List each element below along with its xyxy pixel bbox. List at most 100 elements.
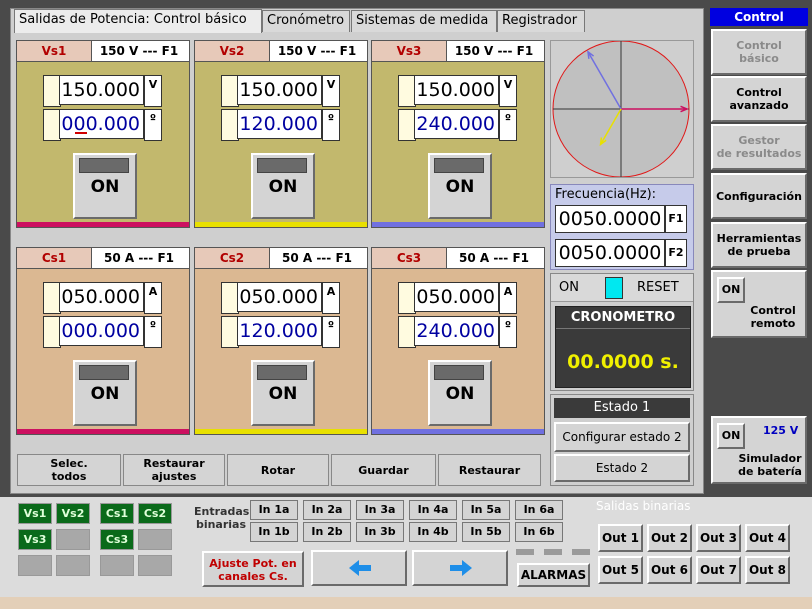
- cs2-channel-panel: Cs2 50 A --- F1 050.000 A 120.000 º ON: [194, 247, 368, 435]
- lamp-cs1: Cs1: [100, 503, 134, 524]
- tab-sistemas-de-medida[interactable]: Sistemas de medida: [351, 10, 497, 32]
- save-button[interactable]: Guardar: [331, 454, 436, 486]
- vs1-channel-panel: Vs1 150 V --- F1 150.000 V 000.000 º ON: [16, 40, 190, 228]
- angle-unit: º: [144, 109, 162, 141]
- phase-color-bar: [17, 222, 189, 227]
- channel-on-indicator: [257, 365, 307, 380]
- magnitude-input[interactable]: 050.000: [59, 282, 144, 312]
- magnitude-input[interactable]: 150.000: [59, 75, 144, 105]
- channel-on-button[interactable]: ON: [251, 360, 315, 426]
- angle-input[interactable]: 000.000: [59, 316, 144, 346]
- magnitude-row: 050.000 A: [43, 282, 165, 314]
- remote-on-button[interactable]: ON: [717, 277, 745, 303]
- chrono-controls: ON RESET: [551, 274, 693, 302]
- chrono-on-label: ON: [559, 280, 579, 295]
- sidebar-item-herramientas[interactable]: Herramientas de prueba: [711, 222, 807, 268]
- binary-output-out6[interactable]: Out 6: [647, 556, 692, 584]
- angle-input[interactable]: 120.000: [237, 316, 322, 346]
- channel-on-label: ON: [445, 177, 475, 197]
- lamp-vs3: Vs3: [18, 529, 52, 550]
- phase-color-bar: [372, 222, 544, 227]
- channel-on-label: ON: [268, 177, 298, 197]
- magnitude-input[interactable]: 050.000: [237, 282, 322, 312]
- cs3-channel-panel: Cs3 50 A --- F1 050.000 A 240.000 º ON: [371, 247, 545, 435]
- select-all-button[interactable]: Selec. todos: [17, 454, 121, 486]
- frequency-f2-value[interactable]: 0050.0000: [555, 239, 665, 267]
- binary-output-out2[interactable]: Out 2: [647, 524, 692, 552]
- restore-settings-button[interactable]: Restaurar ajustes: [123, 454, 225, 486]
- sidebar-item-control-basico[interactable]: Control básico: [711, 29, 807, 75]
- magnitude-input[interactable]: 150.000: [237, 75, 322, 105]
- channel-header: Vs3 150 V --- F1: [372, 41, 544, 62]
- channel-on-button[interactable]: ON: [428, 360, 492, 426]
- chrono-reset-button[interactable]: RESET: [637, 280, 679, 295]
- sidebar-item-control-avanzado[interactable]: Control avanzado: [711, 76, 807, 122]
- channel-name: Cs1: [17, 248, 92, 268]
- tab-control-basico[interactable]: Salidas de Potencia: Control básico: [14, 9, 262, 33]
- arrow-left-button[interactable]: [311, 550, 407, 586]
- angle-input[interactable]: 240.000: [414, 316, 499, 346]
- alarms-button[interactable]: ALARMAS: [517, 563, 590, 587]
- phase-color-bar: [372, 429, 544, 434]
- binary-input-in3b: In 3b: [356, 522, 404, 542]
- channel-on-indicator: [79, 365, 129, 380]
- battery-label: Simulador de batería: [738, 452, 802, 478]
- magnitude-unit: V: [499, 75, 517, 107]
- configure-state-button[interactable]: Configurar estado 2: [554, 422, 690, 452]
- remote-label: Control remoto: [750, 304, 796, 330]
- sidebar-spacer: [711, 338, 807, 416]
- sidebar-item-gestor-resultados[interactable]: Gestor de resultados: [711, 124, 807, 170]
- angle-input[interactable]: 120.000: [237, 109, 322, 139]
- magnitude-input[interactable]: 150.000: [414, 75, 499, 105]
- angle-input[interactable]: 000.000: [59, 109, 144, 139]
- binary-output-out8[interactable]: Out 8: [745, 556, 790, 584]
- angle-row: 000.000 º: [43, 316, 165, 348]
- sidebar-item-configuracion[interactable]: Configuración: [711, 173, 807, 219]
- binary-input-in3a: In 3a: [356, 500, 404, 520]
- binary-output-out4[interactable]: Out 4: [745, 524, 790, 552]
- channel-on-button[interactable]: ON: [251, 153, 315, 219]
- frequency-f1-value[interactable]: 0050.0000: [555, 205, 665, 233]
- channel-name: Vs2: [195, 41, 270, 61]
- angle-unit: º: [144, 316, 162, 348]
- next-state-button[interactable]: Estado 2: [554, 454, 690, 482]
- magnitude-unit: V: [322, 75, 340, 107]
- frequency-label: Frecuencia(Hz):: [555, 187, 657, 202]
- phase-color-bar: [195, 429, 367, 434]
- lamp-empty: [18, 555, 52, 576]
- rotate-button[interactable]: Rotar: [227, 454, 329, 486]
- channel-header: Cs1 50 A --- F1: [17, 248, 189, 269]
- tab-cronometro[interactable]: Cronómetro: [262, 10, 350, 32]
- angle-unit: º: [499, 316, 517, 348]
- binary-output-out5[interactable]: Out 5: [598, 556, 643, 584]
- binary-output-out7[interactable]: Out 7: [696, 556, 741, 584]
- chrono-toggle[interactable]: [605, 277, 623, 299]
- magnitude-input[interactable]: 050.000: [414, 282, 499, 312]
- angle-input[interactable]: 240.000: [414, 109, 499, 139]
- battery-on-button[interactable]: ON: [717, 423, 745, 449]
- angle-row: 240.000 º: [398, 316, 520, 348]
- channel-range: 150 V --- F1: [454, 44, 534, 58]
- channel-on-indicator: [434, 365, 484, 380]
- restore-button[interactable]: Restaurar: [438, 454, 541, 486]
- channel-on-indicator: [79, 158, 129, 173]
- channel-range: 50 A --- F1: [103, 251, 174, 265]
- frequency-panel: Frecuencia(Hz): 0050.0000 F1 0050.0000 F…: [550, 184, 694, 270]
- binary-output-out1[interactable]: Out 1: [598, 524, 643, 552]
- state-title: Estado 1: [554, 398, 690, 418]
- lamp-empty: [56, 555, 90, 576]
- arrow-right-button[interactable]: [412, 550, 508, 586]
- binary-input-in2b: In 2b: [303, 522, 351, 542]
- adjust-power-button[interactable]: Ajuste Pot. en canales Cs.: [202, 551, 304, 587]
- channel-header: Cs2 50 A --- F1: [195, 248, 367, 269]
- lamp-cs3: Cs3: [100, 529, 134, 550]
- alarm-led-1: [516, 549, 534, 555]
- channel-on-button[interactable]: ON: [73, 360, 137, 426]
- tab-registrador[interactable]: Registrador: [497, 10, 585, 32]
- channel-range: 50 A --- F1: [281, 251, 352, 265]
- channel-on-button[interactable]: ON: [73, 153, 137, 219]
- angle-row: 120.000 º: [221, 109, 343, 141]
- channel-on-button[interactable]: ON: [428, 153, 492, 219]
- binary-output-out3[interactable]: Out 3: [696, 524, 741, 552]
- channel-on-label: ON: [445, 384, 475, 404]
